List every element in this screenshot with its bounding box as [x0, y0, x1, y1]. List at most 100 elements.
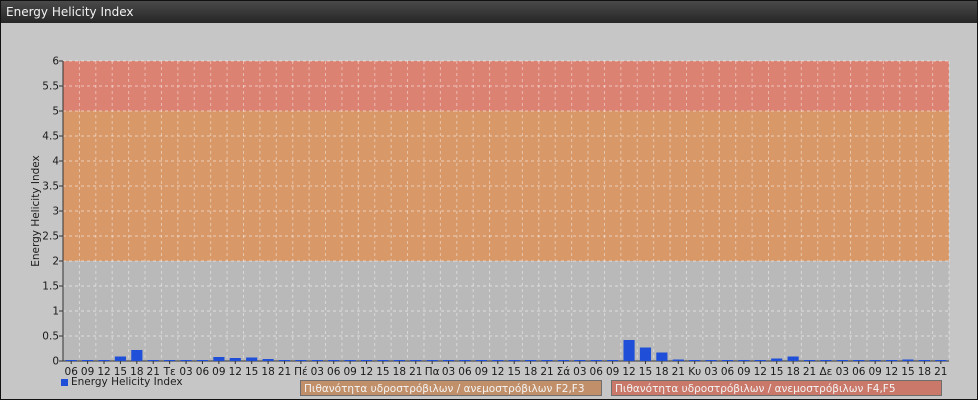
bar-06	[721, 360, 734, 361]
x-tick-label: 03	[573, 366, 586, 378]
legend-band-f2-f3: Πιθανότητα υδροστρόβιλων / ανεμοστρόβιλω…	[300, 380, 602, 396]
x-tick-label: 12	[491, 366, 504, 378]
x-tick-label: Δε	[820, 366, 833, 378]
bar-03	[574, 360, 586, 361]
y-tick-label: 3.5	[42, 181, 59, 193]
y-tick-label: 2.5	[42, 231, 59, 243]
legend-swatch-icon	[61, 378, 68, 386]
bar-15	[377, 360, 389, 361]
x-tick-label: 21	[803, 366, 816, 378]
bar-03	[705, 360, 717, 361]
bar-09	[82, 360, 94, 361]
window-title: Energy Helicity Index	[1, 1, 977, 23]
x-tick-label: 18	[918, 366, 931, 378]
bar-Πα	[426, 360, 438, 361]
bar-21	[803, 360, 816, 361]
x-tick-label: 15	[376, 366, 389, 378]
x-tick-label: 06	[196, 366, 210, 378]
bar-Τε	[164, 360, 176, 361]
bar-21	[935, 360, 947, 361]
bar-12	[885, 360, 898, 361]
x-tick-label: 03	[704, 366, 717, 378]
bar-06	[459, 360, 471, 361]
y-tick-label: 0	[52, 356, 59, 368]
bar-09	[344, 360, 356, 361]
bar-15	[771, 358, 783, 361]
bar-03	[180, 360, 192, 361]
x-tick-label: 21	[672, 366, 685, 378]
legend-series-item[interactable]: Energy Helicity Index	[61, 376, 183, 388]
x-tick-label: 21	[278, 366, 291, 378]
bar-18	[393, 360, 405, 361]
y-tick-label: 5	[52, 106, 59, 118]
bar-06	[196, 360, 209, 361]
bar-12	[754, 360, 766, 361]
x-tick-label: 06	[852, 366, 866, 378]
bar-03	[836, 360, 848, 361]
bar-15	[246, 357, 258, 361]
bar-06	[853, 360, 865, 361]
x-tick-label: 18	[261, 366, 274, 378]
bar-18	[656, 352, 668, 361]
y-tick-label: 1.5	[42, 281, 59, 293]
bar-06	[328, 360, 340, 361]
bar-09	[738, 360, 750, 361]
bar-15	[508, 360, 520, 361]
y-tick-label: 5.5	[42, 81, 59, 93]
bar-Κυ	[689, 360, 701, 361]
y-tick-label: 1	[52, 306, 59, 318]
bar-18	[131, 350, 143, 361]
bar-15	[114, 356, 127, 361]
x-tick-label: Σά	[557, 366, 571, 378]
x-tick-label: 06	[590, 366, 604, 378]
bar-21	[278, 360, 291, 361]
y-tick-label: 6	[52, 56, 59, 68]
x-tick-label: Πα	[425, 366, 440, 378]
bar-21	[672, 359, 684, 361]
x-tick-label: 03	[836, 366, 849, 378]
y-tick-label: 2	[52, 256, 59, 268]
x-tick-label: Πέ	[294, 366, 308, 378]
x-tick-label: 09	[475, 366, 488, 378]
x-tick-label: 21	[409, 366, 422, 378]
bar-Σά	[557, 360, 570, 361]
y-tick-label: 4	[52, 156, 59, 168]
y-tick-label: 0.5	[42, 331, 59, 343]
y-tick-label: 4.5	[42, 131, 59, 143]
x-tick-label: 15	[901, 366, 914, 378]
y-tick-label: 3	[52, 206, 59, 218]
x-tick-label: 06	[721, 366, 735, 378]
bar-12	[360, 360, 373, 361]
bar-21	[147, 360, 159, 361]
bar-Δε	[820, 360, 832, 361]
bar-21	[410, 360, 422, 361]
bar-09	[869, 360, 881, 361]
x-tick-label: 12	[229, 366, 242, 378]
bar-18	[918, 360, 930, 361]
legend-series-label: Energy Helicity Index	[71, 376, 183, 388]
bar-18	[787, 356, 799, 361]
x-tick-label: 21	[934, 366, 947, 378]
x-tick-label: 09	[343, 366, 356, 378]
x-tick-label: 18	[786, 366, 799, 378]
x-tick-label: 09	[868, 366, 881, 378]
x-tick-label: 15	[508, 366, 521, 378]
x-tick-label: 09	[737, 366, 750, 378]
legend-band-f4-f5: Πιθανότητα υδροστρόβιλων / ανεμοστρόβιλω…	[611, 380, 942, 396]
x-tick-label: 18	[655, 366, 668, 378]
x-tick-label: 09	[606, 366, 619, 378]
x-tick-label: 06	[458, 366, 472, 378]
x-tick-label: 18	[393, 366, 406, 378]
bar-12	[623, 340, 635, 361]
x-tick-label: 06	[327, 366, 341, 378]
bar-09	[213, 357, 225, 361]
legend-band-f2-f3-label: Πιθανότητα υδροστρόβιλων / ανεμοστρόβιλω…	[304, 383, 585, 395]
x-tick-label: 15	[245, 366, 258, 378]
x-tick-label: 12	[754, 366, 767, 378]
legend-band-f4-f5-label: Πιθανότητα υδροστρόβιλων / ανεμοστρόβιλω…	[615, 383, 896, 395]
bar-12	[229, 358, 241, 361]
x-tick-label: 12	[360, 366, 373, 378]
bar-03	[311, 360, 323, 361]
y-axis-title: Energy Helicity Index	[30, 155, 42, 267]
bar-09	[475, 360, 487, 361]
